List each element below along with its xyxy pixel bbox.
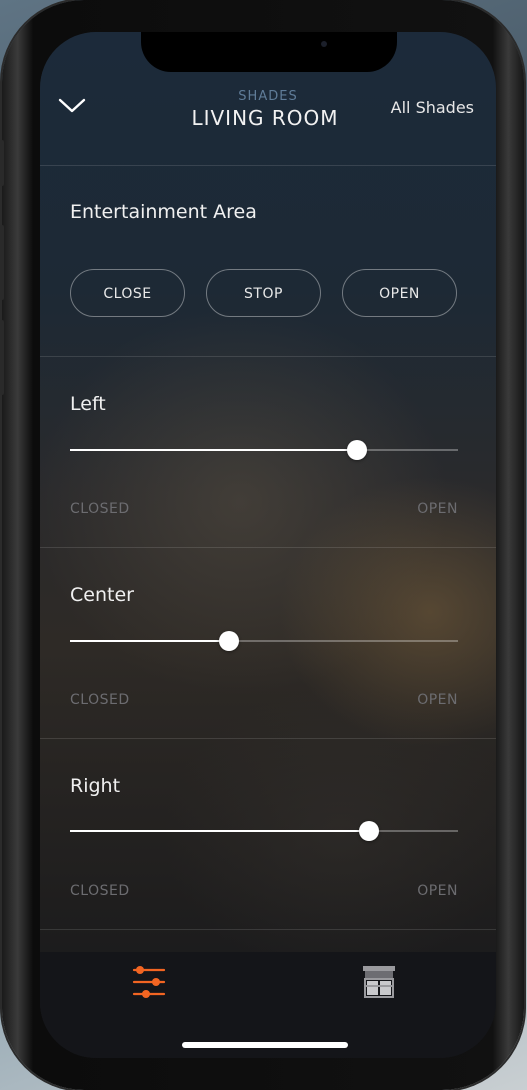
stop-button[interactable]: STOP	[206, 269, 321, 317]
header-divider	[40, 165, 496, 166]
closed-label: CLOSED	[70, 883, 130, 899]
mute-switch	[0, 140, 4, 186]
slider-fill	[70, 449, 358, 451]
shade-window-icon[interactable]	[362, 964, 396, 1004]
closed-label: CLOSED	[70, 692, 130, 708]
group-divider	[40, 356, 496, 357]
open-label: OPEN	[417, 883, 458, 899]
screen-background	[40, 32, 496, 1058]
header: SHADES LIVING ROOM All Shades	[40, 88, 496, 166]
closed-label: CLOSED	[70, 501, 130, 517]
shade-name-center: Center	[70, 584, 134, 606]
slider-thumb[interactable]	[347, 440, 368, 460]
slider-fill	[70, 830, 369, 832]
shade-divider	[40, 738, 496, 739]
shade-divider	[40, 929, 496, 930]
camera-icon	[321, 41, 327, 47]
shade-slider-left[interactable]	[70, 435, 458, 465]
open-label: OPEN	[417, 692, 458, 708]
slider-thumb[interactable]	[358, 821, 379, 841]
open-button[interactable]: OPEN	[342, 269, 457, 317]
open-label: OPEN	[417, 501, 458, 517]
volume-down-button	[0, 320, 4, 395]
shade-name-left: Left	[70, 393, 106, 415]
sliders-icon[interactable]	[132, 964, 166, 1004]
volume-up-button	[0, 225, 4, 300]
app-screen: SHADES LIVING ROOM All Shades Entertainm…	[40, 32, 496, 1058]
shade-name-right: Right	[70, 775, 121, 797]
shade-slider-right[interactable]	[70, 816, 458, 846]
group-title: Entertainment Area	[70, 201, 257, 223]
shade-slider-center[interactable]	[70, 626, 458, 656]
slider-thumb[interactable]	[219, 631, 240, 651]
close-button[interactable]: CLOSE	[70, 269, 185, 317]
shade-divider	[40, 547, 496, 548]
slider-fill	[70, 640, 230, 642]
notch	[141, 32, 397, 72]
all-shades-button[interactable]: All Shades	[391, 98, 474, 117]
phone-frame: SHADES LIVING ROOM All Shades Entertainm…	[0, 0, 524, 1090]
home-indicator[interactable]	[182, 1042, 348, 1048]
